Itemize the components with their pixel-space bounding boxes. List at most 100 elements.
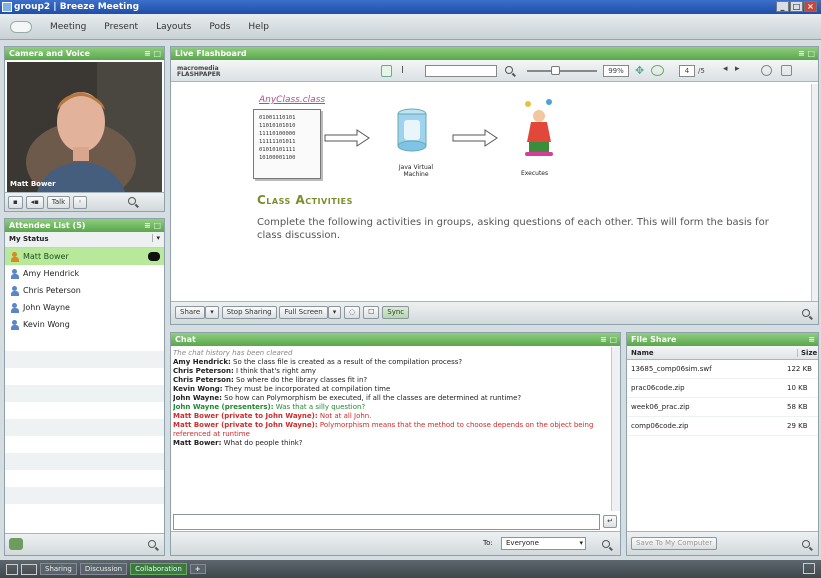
zoom-slider-thumb[interactable] bbox=[551, 66, 560, 75]
chat-sender: Matt Bower (private to John Wayne): bbox=[173, 421, 318, 429]
fit-width-icon[interactable] bbox=[651, 65, 664, 76]
chat-message: Matt Bower (private to John Wayne): Poly… bbox=[173, 421, 610, 439]
fullscreen-dropdown-icon[interactable]: ▾ bbox=[327, 306, 342, 319]
volume-button[interactable]: ◦ bbox=[73, 196, 88, 209]
attendee-pod-header: Attendee List (5) ≡ □ bbox=[5, 219, 164, 232]
prev-page-icon[interactable]: ◂ bbox=[723, 64, 728, 74]
menu-item-meeting[interactable]: Meeting bbox=[50, 22, 86, 32]
list-item[interactable]: Amy Hendrick bbox=[5, 265, 164, 282]
chat-message: John Wayne (presenters): Was that a sill… bbox=[173, 403, 610, 412]
layout-icon[interactable] bbox=[6, 563, 18, 575]
pointer-tool-icon[interactable]: ☐ bbox=[363, 306, 380, 319]
select-tool-icon[interactable] bbox=[381, 65, 392, 77]
table-row[interactable]: week06_prac.zip 58 KB bbox=[627, 398, 818, 417]
draw-tool-icon[interactable]: ◌ bbox=[344, 306, 361, 319]
mic-button[interactable]: ◂▪ bbox=[25, 196, 44, 209]
fit-page-icon[interactable]: ✥ bbox=[635, 64, 644, 77]
file-size: 10 KB bbox=[787, 384, 808, 392]
to-label: To: bbox=[483, 539, 493, 547]
list-item[interactable]: Matt Bower bbox=[5, 248, 164, 265]
file-list: 13685_comp06sim.swf 122 KB prac06code.zip 1… bbox=[627, 360, 818, 436]
find-input[interactable] bbox=[425, 65, 497, 77]
share-dropdown-icon[interactable]: ▾ bbox=[205, 306, 219, 319]
chat-pod-header: Chat ≡ □ bbox=[171, 333, 620, 346]
chat-input[interactable] bbox=[173, 514, 600, 530]
list-item[interactable]: Chris Peterson bbox=[5, 282, 164, 299]
my-status-row[interactable]: My Status ▾ bbox=[5, 232, 164, 248]
file-share-pod-title: File Share bbox=[631, 335, 677, 344]
pod-menu-icon[interactable]: ≡ □ bbox=[600, 333, 617, 346]
stop-sharing-button[interactable]: Stop Sharing bbox=[221, 306, 277, 319]
menu-item-layouts[interactable]: Layouts bbox=[156, 22, 191, 32]
search-icon[interactable] bbox=[128, 197, 137, 205]
chat-text: I think that's right amy bbox=[236, 367, 317, 375]
print-icon[interactable] bbox=[761, 65, 772, 76]
minimize-icon[interactable]: _ bbox=[776, 1, 789, 12]
tab-collaboration[interactable]: Collaboration bbox=[130, 563, 187, 575]
attendee-pod-title: Attendee List (5) bbox=[9, 221, 86, 230]
app-icon bbox=[2, 2, 12, 12]
list-item[interactable]: John Wayne bbox=[5, 299, 164, 316]
zoom-slider[interactable] bbox=[527, 70, 597, 72]
search-icon[interactable] bbox=[802, 540, 810, 548]
chat-sender: Matt Bower: bbox=[173, 439, 222, 447]
people-icon[interactable] bbox=[9, 538, 23, 550]
search-icon[interactable] bbox=[505, 66, 513, 74]
zoom-level-field[interactable]: 99% bbox=[603, 65, 629, 77]
chat-scrollbar[interactable] bbox=[611, 347, 620, 511]
file-size: 29 KB bbox=[787, 422, 808, 430]
column-size[interactable]: Size bbox=[797, 349, 817, 357]
search-icon[interactable] bbox=[802, 309, 810, 317]
recipient-value: Everyone bbox=[506, 539, 539, 547]
column-name[interactable]: Name bbox=[631, 349, 654, 357]
save-to-computer-button[interactable]: Save To My Computer bbox=[631, 537, 718, 550]
chat-text: What do people think? bbox=[223, 439, 303, 447]
options-icon[interactable] bbox=[781, 65, 792, 76]
settings-icon[interactable] bbox=[803, 563, 815, 574]
document-page: AnyClass.class 01001110101 11010101010 1… bbox=[173, 84, 810, 301]
arrow-icon bbox=[452, 129, 498, 147]
recipient-select[interactable]: Everyone ▾ bbox=[501, 537, 586, 550]
chat-text: So how can Polymorphism be executed, if … bbox=[224, 394, 522, 402]
search-icon[interactable] bbox=[602, 540, 610, 548]
vertical-scrollbar[interactable] bbox=[811, 84, 818, 301]
menu-item-present[interactable]: Present bbox=[104, 22, 138, 32]
full-screen-button[interactable]: Full Screen bbox=[279, 306, 328, 319]
tab-sharing[interactable]: Sharing bbox=[40, 563, 77, 575]
sync-button[interactable]: Sync bbox=[382, 306, 410, 319]
talk-button[interactable]: Talk bbox=[46, 196, 71, 209]
share-button[interactable]: Share bbox=[175, 306, 206, 319]
tab-discussion[interactable]: Discussion bbox=[79, 563, 128, 575]
chevron-down-icon[interactable]: ▾ bbox=[579, 538, 583, 549]
chevron-down-icon[interactable]: ▾ bbox=[152, 234, 160, 242]
maximize-icon[interactable]: □ bbox=[790, 1, 803, 12]
next-page-icon[interactable]: ▸ bbox=[735, 64, 740, 74]
table-row[interactable]: comp06code.zip 29 KB bbox=[627, 417, 818, 436]
attendee-list: Matt Bower Amy Hendrick Chris Peterson J… bbox=[5, 248, 164, 333]
share-pod-title: Live Flashboard bbox=[175, 49, 247, 58]
pod-menu-icon[interactable]: ≡ bbox=[808, 333, 815, 346]
menu-item-pods[interactable]: Pods bbox=[209, 22, 230, 32]
layout-grid-icon[interactable] bbox=[21, 563, 37, 575]
chat-history-note: The chat history has been cleared bbox=[173, 349, 293, 357]
pod-menu-icon[interactable]: ≡ □ bbox=[144, 47, 161, 60]
table-row[interactable]: prac06code.zip 10 KB bbox=[627, 379, 818, 398]
pod-menu-icon[interactable]: ≡ □ bbox=[798, 47, 815, 60]
send-button[interactable]: ↵ bbox=[603, 515, 617, 528]
table-row[interactable]: 13685_comp06sim.swf 122 KB bbox=[627, 360, 818, 379]
menu-bar: Meeting Present Layouts Pods Help bbox=[0, 14, 821, 40]
add-layout-button[interactable]: + bbox=[189, 564, 206, 574]
slide-heading: Class Activities bbox=[257, 193, 353, 207]
menu-item-help[interactable]: Help bbox=[248, 22, 269, 32]
chat-sender: Chris Peterson: bbox=[173, 376, 234, 384]
text-tool-icon[interactable]: I bbox=[401, 65, 404, 76]
attendee-name: Amy Hendrick bbox=[23, 269, 80, 278]
pod-menu-icon[interactable]: ≡ □ bbox=[144, 219, 161, 232]
chat-sender: Chris Peterson: bbox=[173, 367, 234, 375]
share-toolbar: Share ▾ Stop Sharing Full Screen ▾ ◌ ☐ Syn… bbox=[171, 301, 818, 324]
page-number-field[interactable]: 4 bbox=[679, 65, 695, 77]
search-icon[interactable] bbox=[148, 540, 156, 548]
close-icon[interactable]: × bbox=[804, 1, 817, 12]
camera-button[interactable]: ▪ bbox=[8, 196, 23, 209]
list-item[interactable]: Kevin Wong bbox=[5, 316, 164, 333]
